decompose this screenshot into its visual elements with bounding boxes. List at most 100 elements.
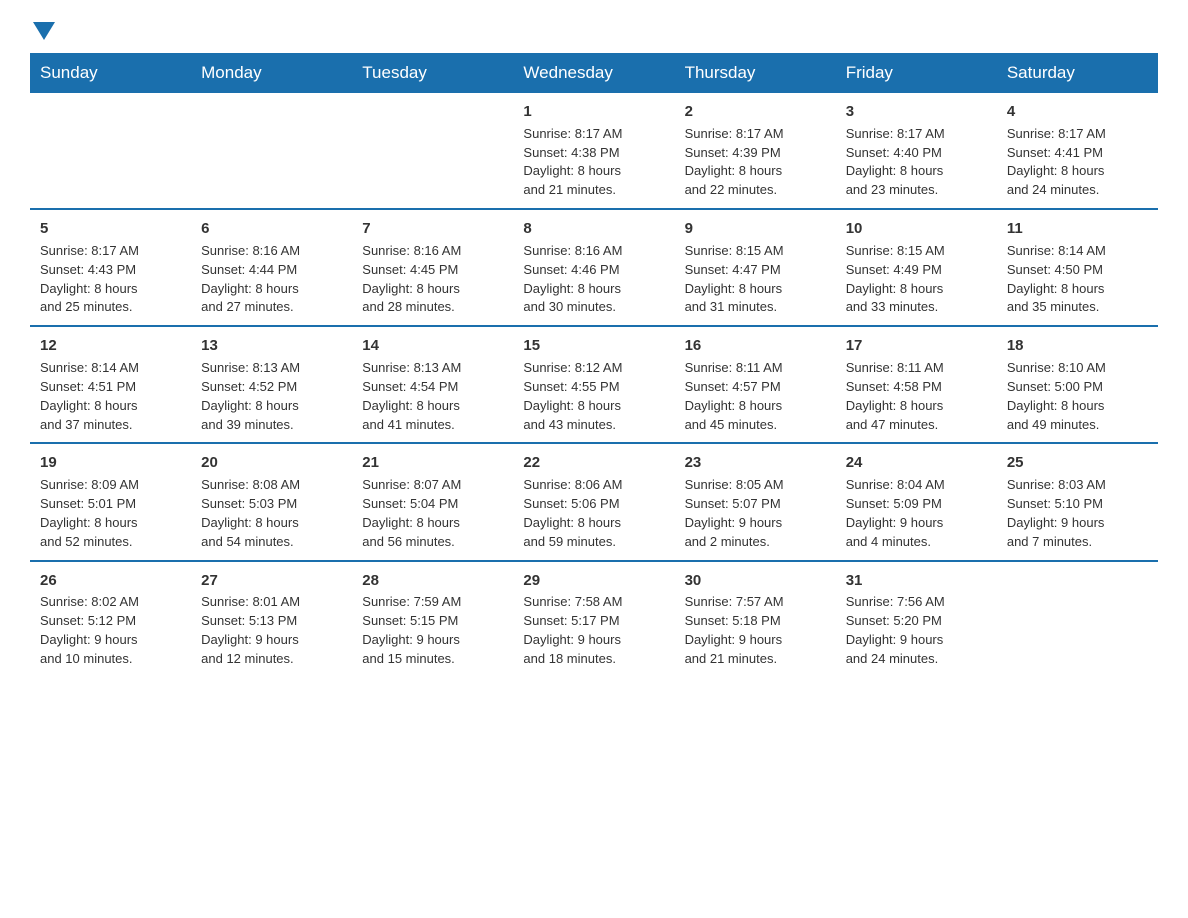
calendar-cell: 30Sunrise: 7:57 AM Sunset: 5:18 PM Dayli… [675, 561, 836, 677]
day-info: Sunrise: 8:09 AM Sunset: 5:01 PM Dayligh… [40, 476, 181, 551]
calendar-cell: 20Sunrise: 8:08 AM Sunset: 5:03 PM Dayli… [191, 443, 352, 560]
day-number: 19 [40, 452, 181, 474]
calendar-cell: 21Sunrise: 8:07 AM Sunset: 5:04 PM Dayli… [352, 443, 513, 560]
day-info: Sunrise: 8:17 AM Sunset: 4:41 PM Dayligh… [1007, 125, 1148, 200]
calendar-cell [352, 93, 513, 209]
day-number: 20 [201, 452, 342, 474]
calendar-cell: 8Sunrise: 8:16 AM Sunset: 4:46 PM Daylig… [513, 209, 674, 326]
header-wednesday: Wednesday [513, 53, 674, 93]
calendar-cell: 26Sunrise: 8:02 AM Sunset: 5:12 PM Dayli… [30, 561, 191, 677]
calendar-table: SundayMondayTuesdayWednesdayThursdayFrid… [30, 53, 1158, 677]
day-number: 25 [1007, 452, 1148, 474]
day-info: Sunrise: 8:15 AM Sunset: 4:49 PM Dayligh… [846, 242, 987, 317]
day-info: Sunrise: 8:17 AM Sunset: 4:43 PM Dayligh… [40, 242, 181, 317]
day-number: 27 [201, 570, 342, 592]
calendar-cell: 16Sunrise: 8:11 AM Sunset: 4:57 PM Dayli… [675, 326, 836, 443]
day-info: Sunrise: 7:57 AM Sunset: 5:18 PM Dayligh… [685, 593, 826, 668]
logo [30, 20, 55, 43]
day-info: Sunrise: 8:14 AM Sunset: 4:50 PM Dayligh… [1007, 242, 1148, 317]
calendar-cell: 22Sunrise: 8:06 AM Sunset: 5:06 PM Dayli… [513, 443, 674, 560]
day-info: Sunrise: 8:06 AM Sunset: 5:06 PM Dayligh… [523, 476, 664, 551]
day-info: Sunrise: 8:07 AM Sunset: 5:04 PM Dayligh… [362, 476, 503, 551]
day-number: 17 [846, 335, 987, 357]
calendar-cell: 7Sunrise: 8:16 AM Sunset: 4:45 PM Daylig… [352, 209, 513, 326]
calendar-cell: 1Sunrise: 8:17 AM Sunset: 4:38 PM Daylig… [513, 93, 674, 209]
day-number: 15 [523, 335, 664, 357]
day-number: 11 [1007, 218, 1148, 240]
day-info: Sunrise: 8:16 AM Sunset: 4:46 PM Dayligh… [523, 242, 664, 317]
day-number: 8 [523, 218, 664, 240]
calendar-week-row: 12Sunrise: 8:14 AM Sunset: 4:51 PM Dayli… [30, 326, 1158, 443]
day-info: Sunrise: 8:01 AM Sunset: 5:13 PM Dayligh… [201, 593, 342, 668]
day-info: Sunrise: 8:08 AM Sunset: 5:03 PM Dayligh… [201, 476, 342, 551]
day-number: 30 [685, 570, 826, 592]
header-saturday: Saturday [997, 53, 1158, 93]
calendar-cell: 25Sunrise: 8:03 AM Sunset: 5:10 PM Dayli… [997, 443, 1158, 560]
calendar-cell: 9Sunrise: 8:15 AM Sunset: 4:47 PM Daylig… [675, 209, 836, 326]
calendar-cell: 13Sunrise: 8:13 AM Sunset: 4:52 PM Dayli… [191, 326, 352, 443]
day-info: Sunrise: 8:14 AM Sunset: 4:51 PM Dayligh… [40, 359, 181, 434]
day-number: 10 [846, 218, 987, 240]
calendar-cell: 6Sunrise: 8:16 AM Sunset: 4:44 PM Daylig… [191, 209, 352, 326]
day-number: 26 [40, 570, 181, 592]
calendar-cell [191, 93, 352, 209]
day-number: 4 [1007, 101, 1148, 123]
calendar-cell: 31Sunrise: 7:56 AM Sunset: 5:20 PM Dayli… [836, 561, 997, 677]
day-number: 12 [40, 335, 181, 357]
calendar-cell: 18Sunrise: 8:10 AM Sunset: 5:00 PM Dayli… [997, 326, 1158, 443]
day-number: 21 [362, 452, 503, 474]
calendar-cell: 10Sunrise: 8:15 AM Sunset: 4:49 PM Dayli… [836, 209, 997, 326]
day-info: Sunrise: 8:03 AM Sunset: 5:10 PM Dayligh… [1007, 476, 1148, 551]
day-info: Sunrise: 8:13 AM Sunset: 4:52 PM Dayligh… [201, 359, 342, 434]
calendar-cell [30, 93, 191, 209]
day-number: 31 [846, 570, 987, 592]
day-info: Sunrise: 8:02 AM Sunset: 5:12 PM Dayligh… [40, 593, 181, 668]
page-header [30, 20, 1158, 43]
calendar-cell: 28Sunrise: 7:59 AM Sunset: 5:15 PM Dayli… [352, 561, 513, 677]
header-tuesday: Tuesday [352, 53, 513, 93]
day-number: 28 [362, 570, 503, 592]
day-info: Sunrise: 8:15 AM Sunset: 4:47 PM Dayligh… [685, 242, 826, 317]
day-number: 9 [685, 218, 826, 240]
day-info: Sunrise: 7:59 AM Sunset: 5:15 PM Dayligh… [362, 593, 503, 668]
calendar-week-row: 1Sunrise: 8:17 AM Sunset: 4:38 PM Daylig… [30, 93, 1158, 209]
day-number: 2 [685, 101, 826, 123]
day-number: 6 [201, 218, 342, 240]
header-sunday: Sunday [30, 53, 191, 93]
day-info: Sunrise: 8:13 AM Sunset: 4:54 PM Dayligh… [362, 359, 503, 434]
calendar-cell: 3Sunrise: 8:17 AM Sunset: 4:40 PM Daylig… [836, 93, 997, 209]
calendar-cell [997, 561, 1158, 677]
calendar-header-row: SundayMondayTuesdayWednesdayThursdayFrid… [30, 53, 1158, 93]
calendar-cell: 17Sunrise: 8:11 AM Sunset: 4:58 PM Dayli… [836, 326, 997, 443]
day-info: Sunrise: 8:17 AM Sunset: 4:40 PM Dayligh… [846, 125, 987, 200]
calendar-cell: 29Sunrise: 7:58 AM Sunset: 5:17 PM Dayli… [513, 561, 674, 677]
calendar-week-row: 19Sunrise: 8:09 AM Sunset: 5:01 PM Dayli… [30, 443, 1158, 560]
day-info: Sunrise: 8:11 AM Sunset: 4:57 PM Dayligh… [685, 359, 826, 434]
day-info: Sunrise: 7:58 AM Sunset: 5:17 PM Dayligh… [523, 593, 664, 668]
calendar-cell: 24Sunrise: 8:04 AM Sunset: 5:09 PM Dayli… [836, 443, 997, 560]
day-info: Sunrise: 8:11 AM Sunset: 4:58 PM Dayligh… [846, 359, 987, 434]
day-info: Sunrise: 8:05 AM Sunset: 5:07 PM Dayligh… [685, 476, 826, 551]
header-monday: Monday [191, 53, 352, 93]
calendar-cell: 19Sunrise: 8:09 AM Sunset: 5:01 PM Dayli… [30, 443, 191, 560]
day-number: 7 [362, 218, 503, 240]
day-number: 29 [523, 570, 664, 592]
day-info: Sunrise: 8:16 AM Sunset: 4:44 PM Dayligh… [201, 242, 342, 317]
day-info: Sunrise: 8:12 AM Sunset: 4:55 PM Dayligh… [523, 359, 664, 434]
calendar-cell: 15Sunrise: 8:12 AM Sunset: 4:55 PM Dayli… [513, 326, 674, 443]
calendar-cell: 23Sunrise: 8:05 AM Sunset: 5:07 PM Dayli… [675, 443, 836, 560]
day-number: 1 [523, 101, 664, 123]
header-friday: Friday [836, 53, 997, 93]
day-info: Sunrise: 8:16 AM Sunset: 4:45 PM Dayligh… [362, 242, 503, 317]
calendar-cell: 12Sunrise: 8:14 AM Sunset: 4:51 PM Dayli… [30, 326, 191, 443]
calendar-cell: 2Sunrise: 8:17 AM Sunset: 4:39 PM Daylig… [675, 93, 836, 209]
day-info: Sunrise: 8:17 AM Sunset: 4:38 PM Dayligh… [523, 125, 664, 200]
calendar-cell: 4Sunrise: 8:17 AM Sunset: 4:41 PM Daylig… [997, 93, 1158, 209]
day-number: 23 [685, 452, 826, 474]
day-info: Sunrise: 7:56 AM Sunset: 5:20 PM Dayligh… [846, 593, 987, 668]
day-info: Sunrise: 8:10 AM Sunset: 5:00 PM Dayligh… [1007, 359, 1148, 434]
day-number: 13 [201, 335, 342, 357]
calendar-cell: 27Sunrise: 8:01 AM Sunset: 5:13 PM Dayli… [191, 561, 352, 677]
day-number: 14 [362, 335, 503, 357]
calendar-week-row: 5Sunrise: 8:17 AM Sunset: 4:43 PM Daylig… [30, 209, 1158, 326]
